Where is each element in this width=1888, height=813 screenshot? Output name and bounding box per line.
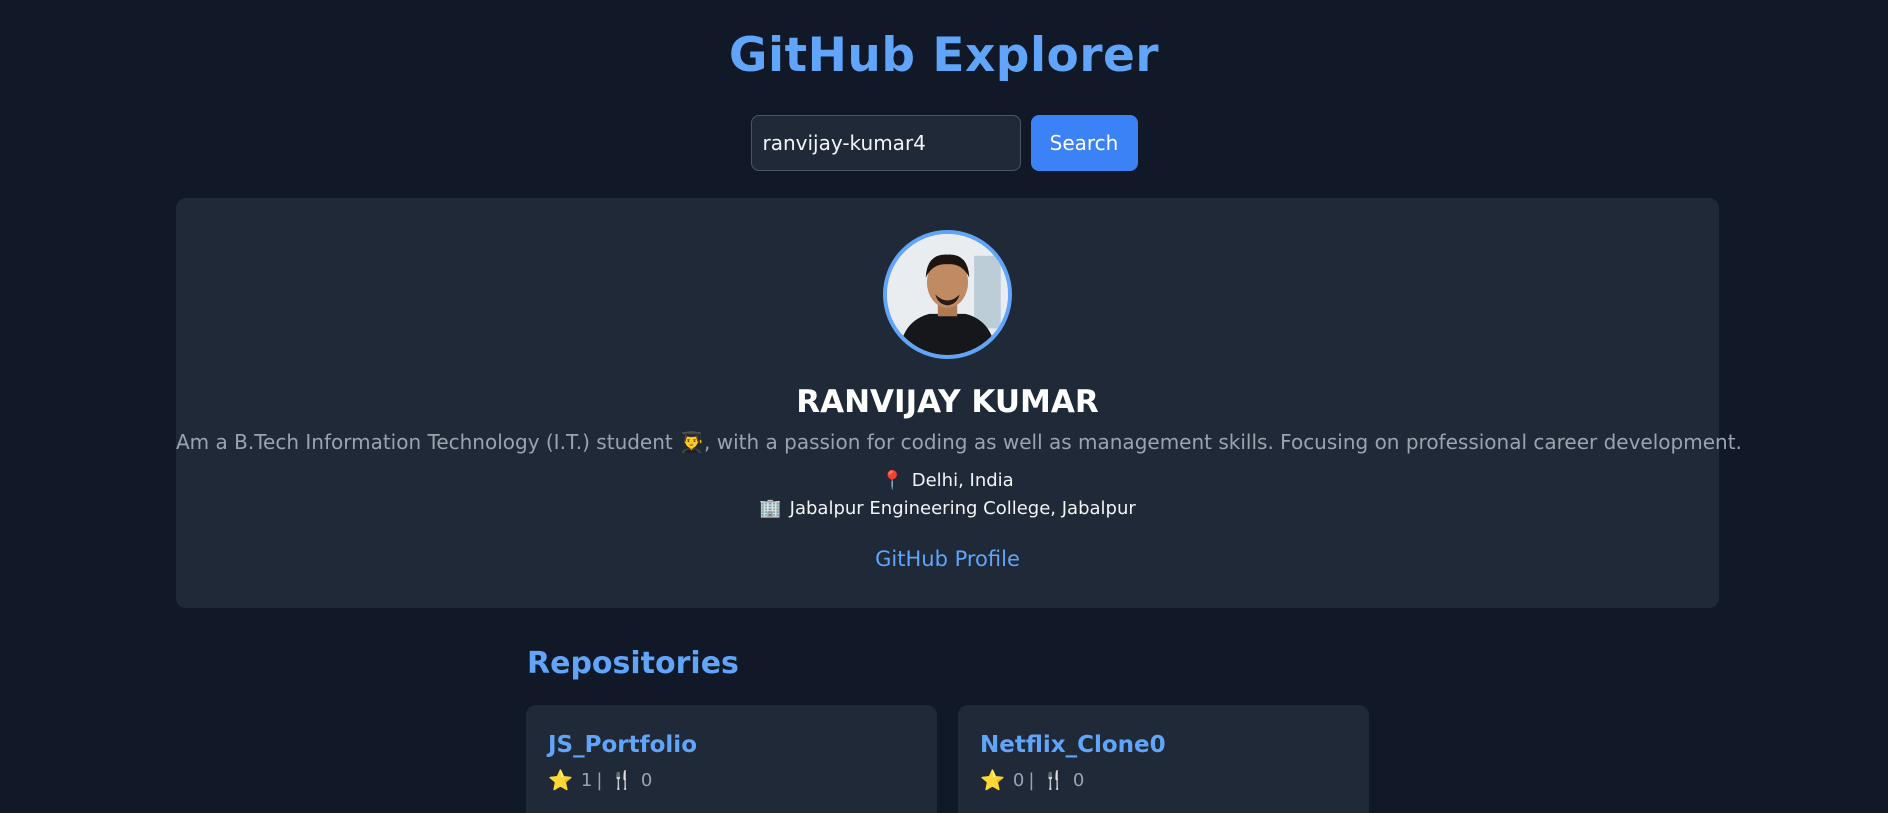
repo-stats: ⭐ 0 | 🍴 0 (980, 768, 1084, 792)
location-text: Delhi, India (911, 470, 1014, 491)
repo-card[interactable]: Netflix_Clone0 ⭐ 0 | 🍴 0 (958, 705, 1369, 813)
location-pin-icon: 📍 (881, 470, 904, 491)
building-icon: 🏢 (759, 498, 782, 519)
search-bar: Search (0, 115, 1888, 171)
star-count: 0 (1012, 769, 1025, 791)
profile-company: 🏢 Jabalpur Engineering College, Jabalpur (176, 498, 1719, 519)
repo-card[interactable]: JS_Portfolio ⭐ 1 | 🍴 0 (526, 705, 937, 813)
repositories-heading: Repositories (527, 646, 739, 681)
star-count: 1 (580, 769, 593, 791)
stats-separator: | (596, 769, 603, 791)
repo-name[interactable]: Netflix_Clone0 (980, 732, 1166, 758)
star-icon: ⭐ (548, 768, 573, 792)
github-profile-link[interactable]: GitHub Profile (176, 547, 1719, 571)
stats-separator: | (1028, 769, 1035, 791)
star-icon: ⭐ (980, 768, 1005, 792)
repo-stats: ⭐ 1 | 🍴 0 (548, 768, 652, 792)
fork-icon: 🍴 (610, 769, 633, 791)
profile-card: RANVIJAY KUMAR Am a B.Tech Information T… (176, 198, 1742, 608)
fork-icon: 🍴 (1042, 769, 1065, 791)
profile-name: RANVIJAY KUMAR (796, 384, 1099, 420)
profile-location: 📍 Delhi, India (176, 470, 1719, 491)
fork-count: 0 (640, 769, 653, 791)
company-text: Jabalpur Engineering College, Jabalpur (789, 498, 1136, 519)
avatar (883, 230, 1012, 359)
fork-count: 0 (1072, 769, 1085, 791)
page: GitHub Explorer Search RANVIJAY KUMAR Am… (0, 0, 1888, 813)
profile-bio: Am a B.Tech Information Technology (I.T.… (176, 430, 1742, 454)
repo-name[interactable]: JS_Portfolio (548, 732, 697, 758)
username-search-input[interactable] (750, 115, 1021, 171)
search-button[interactable]: Search (1030, 115, 1138, 171)
app-title: GitHub Explorer (728, 28, 1160, 83)
avatar-image (887, 234, 1008, 355)
